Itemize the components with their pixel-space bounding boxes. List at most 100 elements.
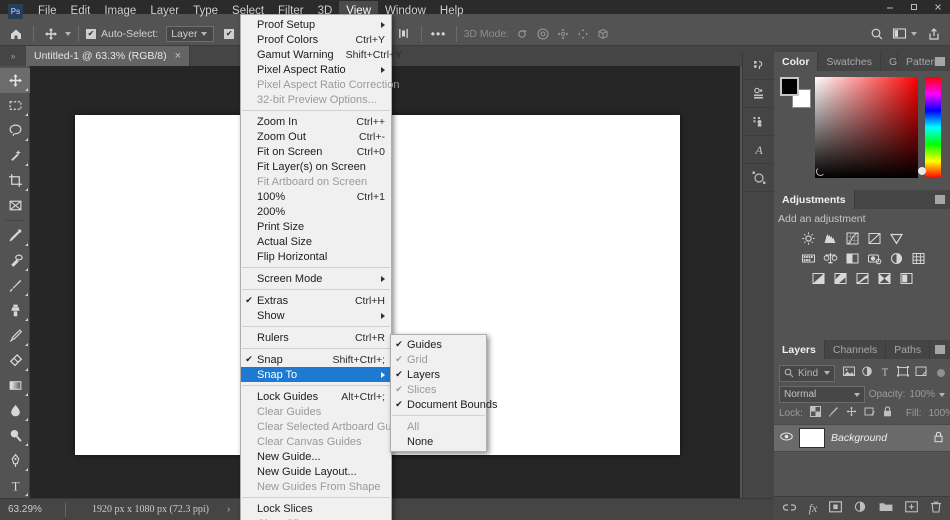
lock-image-icon[interactable]: [828, 406, 839, 420]
opacity-value[interactable]: 100%: [909, 389, 935, 400]
curves-icon[interactable]: [844, 230, 861, 246]
home-icon[interactable]: [6, 24, 26, 44]
menu-item-fit-on-screen[interactable]: Fit on Screen Ctrl+0: [241, 144, 391, 159]
layer-thumbnail[interactable]: [799, 428, 825, 448]
color-swatches[interactable]: [780, 77, 811, 108]
men u-item-lock-guides[interactable]: Lock Guides Alt+Ctrl+;: [241, 389, 391, 404]
menu-item-pixel-aspect-ratio[interactable]: Pixel Aspect Ratio: [241, 62, 391, 77]
menu-item-fit-layers-on-screen[interactable]: Fit Layer(s) on Screen: [241, 159, 391, 174]
lock-all-icon[interactable]: [882, 406, 893, 420]
foreground-color-swatch[interactable]: [780, 77, 799, 96]
tab-gradients[interactable]: Gradients: [881, 52, 898, 71]
menu-item-proof-setup[interactable]: Proof Setup: [241, 17, 391, 32]
black-white-icon[interactable]: [844, 250, 861, 266]
share-icon[interactable]: [924, 24, 944, 44]
new-fill-adjustment-icon[interactable]: [854, 501, 867, 516]
layer-style-icon[interactable]: fx: [809, 501, 818, 516]
more-options-button[interactable]: •••: [429, 24, 449, 44]
submenu-item-none[interactable]: None: [391, 434, 486, 449]
auto-select-checkbox[interactable]: ✔: [86, 28, 96, 39]
eraser-tool[interactable]: [0, 348, 30, 373]
shape-filter-icon[interactable]: [897, 366, 909, 380]
channel-mixer-icon[interactable]: [888, 250, 905, 266]
brush-tool[interactable]: [0, 273, 30, 298]
layer-filter-toggle[interactable]: [937, 369, 945, 377]
document-tab[interactable]: Untitled-1 @ 63.3% (RGB/8) ×: [26, 46, 191, 66]
new-layer-icon[interactable]: [905, 501, 919, 516]
menu-item-show[interactable]: Show: [241, 308, 391, 323]
workspace-icon[interactable]: [889, 24, 909, 44]
quick-selection-tool[interactable]: [0, 143, 30, 168]
posterize-icon[interactable]: [832, 270, 849, 286]
smart-object-filter-icon[interactable]: [915, 366, 927, 380]
exposure-icon[interactable]: [866, 230, 883, 246]
gradient-tool[interactable]: [0, 373, 30, 398]
pen-tool[interactable]: [0, 448, 30, 473]
invert-icon[interactable]: [810, 270, 827, 286]
horizontal-type-tool[interactable]: T: [0, 473, 30, 498]
tab-paths[interactable]: Paths: [886, 340, 931, 359]
menu-item-snap[interactable]: ✔ Snap Shift+Ctrl+;: [241, 352, 391, 367]
threshold-icon[interactable]: [854, 270, 871, 286]
pan-3d-icon[interactable]: [553, 24, 573, 44]
tab-adjustments[interactable]: Adjustments: [774, 190, 855, 209]
hue-slider-knob[interactable]: [918, 167, 926, 175]
tab-swatches[interactable]: Swatches: [818, 52, 881, 71]
menu-item-lock-slices[interactable]: Lock Slices: [241, 501, 391, 516]
menu-help[interactable]: Help: [433, 1, 471, 22]
lasso-tool[interactable]: [0, 118, 30, 143]
menu-item-extras[interactable]: ✔ Extras Ctrl+H: [241, 293, 391, 308]
maximize-icon[interactable]: [902, 0, 926, 14]
search-icon[interactable]: [867, 24, 887, 44]
slide-3d-icon[interactable]: [573, 24, 593, 44]
menu-item-new-guide-layout[interactable]: New Guide Layout...: [241, 464, 391, 479]
move-tool[interactable]: [0, 68, 30, 93]
menu-item-screen-mode[interactable]: Screen Mode: [241, 271, 391, 286]
menu-item-zoom-in[interactable]: Zoom In Ctrl++: [241, 114, 391, 129]
vibrance-icon[interactable]: [888, 230, 905, 246]
menu-type[interactable]: Type: [186, 1, 225, 22]
rectangular-marquee-tool[interactable]: [0, 93, 30, 118]
frame-tool[interactable]: [0, 193, 30, 218]
close-icon[interactable]: [926, 0, 950, 14]
adjustment-filter-icon[interactable]: [861, 366, 873, 380]
paths-rail-icon[interactable]: [743, 164, 775, 192]
delete-layer-icon[interactable]: [930, 501, 942, 516]
tab-layers[interactable]: Layers: [774, 340, 825, 359]
panel-menu-icon[interactable]: [935, 57, 945, 66]
zoom-level[interactable]: 63.29%: [0, 504, 65, 515]
color-field[interactable]: [815, 77, 918, 178]
dodge-tool[interactable]: [0, 423, 30, 448]
layer-mask-icon[interactable]: [829, 501, 843, 516]
color-lookup-icon[interactable]: [910, 250, 927, 266]
brightness-contrast-icon[interactable]: [800, 230, 817, 246]
panel-menu-icon[interactable]: [935, 345, 945, 354]
menu-item-actual-size[interactable]: Actual Size: [241, 234, 391, 249]
selective-color-icon[interactable]: [898, 270, 915, 286]
menu-item-new-guide[interactable]: New Guide...: [241, 449, 391, 464]
menu-file[interactable]: File: [31, 1, 64, 22]
crop-tool[interactable]: [0, 168, 30, 193]
lock-position-icon[interactable]: [846, 406, 857, 420]
libraries-icon[interactable]: [743, 52, 775, 80]
clone-stamp-tool[interactable]: [0, 298, 30, 323]
spot-healing-brush-tool[interactable]: [0, 248, 30, 273]
show-transform-checkbox[interactable]: ✔: [224, 28, 235, 39]
styles-icon[interactable]: [743, 108, 775, 136]
adjustments-rail-icon[interactable]: [743, 80, 775, 108]
scale-3d-icon[interactable]: [593, 24, 613, 44]
tool-preset-chevron-down-icon[interactable]: [65, 31, 71, 36]
type-filter-icon[interactable]: T: [879, 366, 891, 380]
submenu-item-layers[interactable]: ✔ Layers: [391, 367, 486, 382]
character-icon[interactable]: A: [743, 136, 775, 164]
tab-channels[interactable]: Channels: [825, 340, 887, 359]
menu-item-zoom-out[interactable]: Zoom Out Ctrl+-: [241, 129, 391, 144]
auto-select-scope-select[interactable]: Layer: [166, 25, 215, 42]
fill-value[interactable]: 100%: [928, 408, 950, 419]
levels-icon[interactable]: [822, 230, 839, 246]
move-tool-icon[interactable]: [41, 24, 61, 44]
menu-edit[interactable]: Edit: [64, 1, 98, 22]
distribute-icon[interactable]: [394, 24, 414, 44]
orbit-3d-icon[interactable]: [513, 24, 533, 44]
lock-artboard-icon[interactable]: [864, 406, 875, 420]
